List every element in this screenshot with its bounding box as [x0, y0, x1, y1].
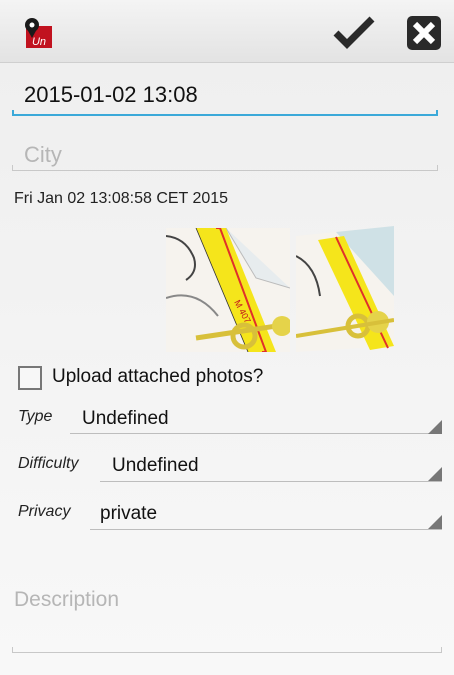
- name-field-underline: [12, 110, 438, 116]
- upload-photos-checkbox[interactable]: [18, 366, 42, 390]
- timestamp-text: Fri Jan 02 13:08:58 CET 2015: [14, 190, 229, 207]
- privacy-spinner-underline: [90, 529, 442, 530]
- privacy-dropdown-arrow-icon[interactable]: [428, 515, 442, 529]
- difficulty-label: Difficulty: [18, 455, 79, 472]
- checkmark-icon[interactable]: [332, 14, 376, 50]
- difficulty-spinner-underline: [100, 481, 442, 482]
- city-field-underline: [12, 165, 438, 171]
- difficulty-spinner[interactable]: Undefined: [112, 455, 199, 477]
- name-field[interactable]: 2015-01-02 13:08: [24, 82, 434, 108]
- description-field[interactable]: Description: [14, 588, 119, 612]
- privacy-spinner[interactable]: private: [100, 503, 157, 525]
- app-logo-icon[interactable]: Un: [22, 16, 54, 50]
- upload-photos-label[interactable]: Upload attached photos?: [52, 366, 263, 388]
- type-spinner[interactable]: Undefined: [82, 408, 169, 430]
- map-thumbnail-2[interactable]: [296, 226, 394, 356]
- action-bar: Un: [0, 0, 454, 63]
- map-thumbnail-1[interactable]: M 407: [166, 228, 290, 352]
- type-spinner-underline: [70, 433, 442, 434]
- privacy-label: Privacy: [18, 503, 71, 520]
- app-logo-text: Un: [32, 36, 46, 48]
- description-field-underline: [12, 647, 442, 653]
- city-field[interactable]: City: [24, 142, 62, 168]
- type-dropdown-arrow-icon[interactable]: [428, 420, 442, 434]
- close-icon[interactable]: [404, 14, 444, 52]
- difficulty-dropdown-arrow-icon[interactable]: [428, 467, 442, 481]
- type-label: Type: [18, 408, 53, 425]
